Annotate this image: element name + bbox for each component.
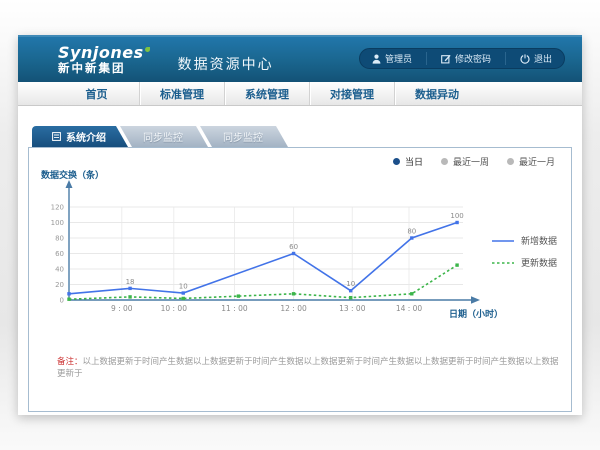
nav-item-2[interactable]: 系统管理	[224, 82, 309, 105]
line-chart: 数据交换（条） 日期（小时） 0 20 40 60 80 100 120 9 : 00 10 : 0…	[37, 170, 507, 330]
range-option-2[interactable]: 最近一月	[507, 155, 555, 168]
svg-text:数据交换（条）: 数据交换（条）	[41, 170, 104, 181]
page-title: 数据资源中心	[178, 54, 274, 74]
svg-text:10: 10	[346, 280, 355, 288]
change-password-button[interactable]: 修改密码	[426, 52, 491, 65]
tab-label: 同步监控	[143, 129, 183, 144]
tab-0[interactable]: 系统介绍	[32, 126, 128, 147]
change-password-label: 修改密码	[455, 52, 491, 65]
tab-1[interactable]: 同步监控	[120, 126, 208, 147]
svg-text:60: 60	[289, 243, 298, 251]
document-icon	[52, 132, 61, 141]
main-nav: 首页标准管理系统管理对接管理数据异动	[18, 82, 582, 106]
legend-item-0: 新增数据	[491, 234, 557, 247]
range-option-1[interactable]: 最近一周	[441, 155, 489, 168]
content-panel: 当日 最近一周 最近一月 数据交换（条） 日期（小时） 0 20 40 60 80 100 120 9…	[28, 147, 572, 412]
svg-text:80: 80	[407, 228, 416, 236]
power-icon	[520, 54, 530, 64]
tab-label: 同步监控	[223, 129, 263, 144]
svg-text:18: 18	[126, 278, 135, 286]
user-name-label: 管理员	[385, 52, 412, 65]
footnote: 备注：以上数据更新于时间产生数据以上数据更新于时间产生数据以上数据更新于时间产生…	[57, 357, 559, 381]
svg-text:100: 100	[51, 219, 64, 227]
legend-item-1: 更新数据	[491, 256, 557, 269]
svg-text:13 : 00: 13 : 00	[339, 304, 366, 313]
legend-line-icon	[491, 238, 515, 244]
legend-label: 新增数据	[521, 234, 557, 247]
logout-button[interactable]: 退出	[505, 52, 552, 65]
desktop-background: Synjones 新中新集团 数据资源中心 管理员 修改密码	[0, 0, 600, 450]
range-option-label: 最近一月	[519, 155, 555, 168]
tab-label: 系统介绍	[66, 129, 106, 144]
svg-text:20: 20	[55, 281, 64, 289]
logo-leaf-icon	[145, 47, 150, 52]
edit-icon	[441, 54, 451, 64]
range-option-label: 最近一周	[453, 155, 489, 168]
radio-dot-icon	[441, 158, 448, 165]
time-range-selector: 当日 最近一周 最近一月	[393, 155, 555, 168]
svg-text:12 : 00: 12 : 00	[280, 304, 307, 313]
user-icon	[372, 54, 381, 64]
range-option-0[interactable]: 当日	[393, 155, 423, 168]
svg-text:60: 60	[55, 250, 64, 258]
legend-line-icon	[491, 260, 515, 266]
logo-company-name: 新中新集团	[58, 62, 150, 74]
current-user-button[interactable]: 管理员	[372, 52, 412, 65]
tab-2[interactable]: 同步监控	[200, 126, 288, 147]
app-window: Synjones 新中新集团 数据资源中心 管理员 修改密码	[18, 35, 582, 415]
svg-text:日期（小时）: 日期（小时）	[449, 308, 503, 320]
nav-item-0[interactable]: 首页	[54, 82, 139, 105]
footnote-prefix: 备注：	[57, 357, 83, 367]
logout-label: 退出	[534, 52, 552, 65]
svg-text:100: 100	[450, 212, 463, 220]
user-toolbar: 管理员 修改密码 退出	[359, 48, 565, 69]
svg-text:14 : 00: 14 : 00	[396, 304, 423, 313]
tab-bar: 系统介绍 同步监控 同步监控	[18, 126, 582, 147]
svg-text:10: 10	[179, 283, 188, 291]
legend-label: 更新数据	[521, 256, 557, 269]
svg-text:80: 80	[55, 235, 64, 243]
svg-text:11 : 00: 11 : 00	[221, 304, 248, 313]
logo-wordmark: Synjones	[58, 43, 144, 62]
synjones-logo: Synjones 新中新集团	[58, 45, 150, 74]
range-option-label: 当日	[405, 155, 423, 168]
svg-text:0: 0	[60, 297, 64, 305]
radio-dot-icon	[507, 158, 514, 165]
footnote-text: 以上数据更新于时间产生数据以上数据更新于时间产生数据以上数据更新于时间产生数据以…	[57, 357, 559, 379]
chart-legend: 新增数据更新数据	[491, 234, 557, 278]
nav-item-3[interactable]: 对接管理	[309, 82, 394, 105]
radio-dot-icon	[393, 158, 400, 165]
nav-item-4[interactable]: 数据异动	[394, 82, 479, 105]
nav-item-1[interactable]: 标准管理	[139, 82, 224, 105]
svg-text:120: 120	[51, 204, 64, 212]
svg-text:9 : 00: 9 : 00	[111, 304, 133, 313]
svg-text:10 : 00: 10 : 00	[161, 304, 188, 313]
app-header: Synjones 新中新集团 数据资源中心 管理员 修改密码	[18, 35, 582, 82]
svg-text:40: 40	[55, 266, 64, 274]
